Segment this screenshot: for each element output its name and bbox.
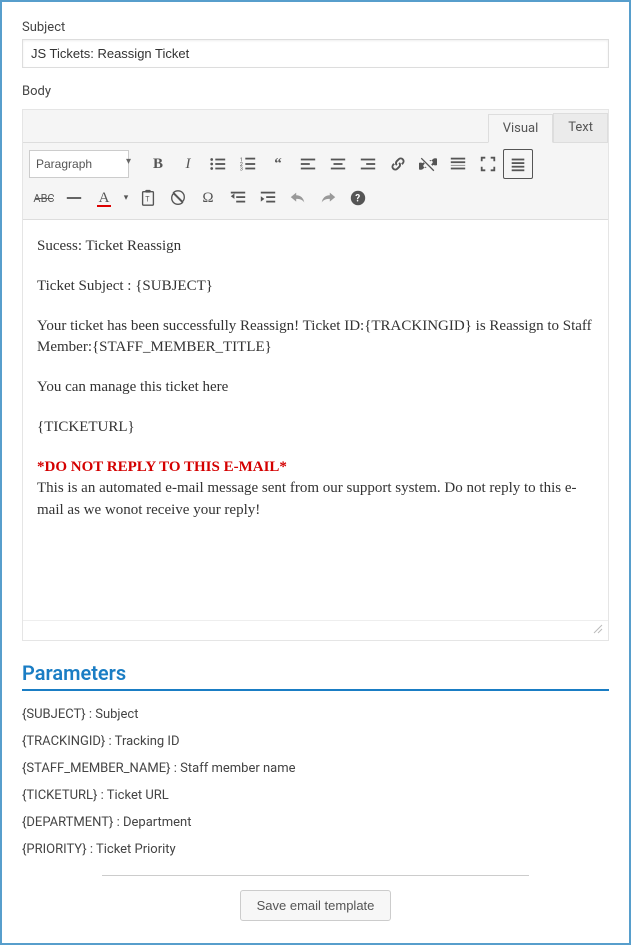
editor-resize-handle[interactable] (23, 620, 608, 640)
parameter-item: {TICKETURL} : Ticket URL (22, 782, 609, 809)
parameter-item: {DEPARTMENT} : Department (22, 809, 609, 836)
divider (102, 875, 529, 876)
actions-row: Save email template (22, 890, 609, 921)
parameter-item: {SUBJECT} : Subject (22, 701, 609, 728)
italic-button[interactable]: I (173, 149, 203, 179)
clear-formatting-button[interactable] (163, 183, 193, 213)
toolbar-toggle-button[interactable] (503, 149, 533, 179)
tab-text[interactable]: Text (553, 113, 608, 142)
help-button[interactable]: ? (343, 183, 373, 213)
svg-text:T: T (145, 195, 150, 204)
editor-tabs: Visual Text (23, 110, 608, 142)
format-select-wrap[interactable]: Paragraph (29, 150, 137, 178)
parameters-heading: Parameters (22, 661, 609, 691)
editor-content[interactable]: Sucess: Ticket Reassign Ticket Subject :… (23, 220, 608, 620)
insert-more-button[interactable] (443, 149, 473, 179)
align-center-button[interactable] (323, 149, 353, 179)
save-button[interactable]: Save email template (240, 890, 392, 921)
unlink-button[interactable] (413, 149, 443, 179)
body-line: You can manage this ticket here (37, 377, 594, 399)
parameter-item: {TRACKINGID} : Tracking ID (22, 728, 609, 755)
body-line-text: This is an automated e-mail message sent… (37, 480, 576, 518)
body-line: Ticket Subject : {SUBJECT} (37, 276, 594, 298)
body-line: Sucess: Ticket Reassign (37, 236, 594, 258)
fullscreen-button[interactable] (473, 149, 503, 179)
subject-input[interactable] (22, 39, 609, 68)
subject-label: Subject (22, 20, 609, 35)
link-button[interactable] (383, 149, 413, 179)
parameter-item: {STAFF_MEMBER_NAME} : Staff member name (22, 755, 609, 782)
bold-button[interactable]: B (143, 149, 173, 179)
text-color-button[interactable]: A (89, 183, 119, 213)
strikethrough-button[interactable]: ABC (29, 183, 59, 213)
rich-text-editor: Visual Text Paragraph B I 123 “ (22, 109, 609, 641)
body-line: Your ticket has been successfully Reassi… (37, 316, 594, 360)
horizontal-rule-button[interactable] (59, 183, 89, 213)
undo-button[interactable] (283, 183, 313, 213)
format-select[interactable]: Paragraph (29, 150, 129, 178)
svg-text:?: ? (355, 194, 360, 205)
paste-text-button[interactable]: T (133, 183, 163, 213)
text-color-dropdown[interactable]: ▾ (119, 193, 133, 203)
email-template-form: Subject Body Visual Text Paragraph B I (0, 0, 631, 945)
do-not-reply-warning: *DO NOT REPLY TO THIS E-MAIL* (37, 459, 287, 475)
parameter-item: {PRIORITY} : Ticket Priority (22, 836, 609, 863)
align-right-button[interactable] (353, 149, 383, 179)
redo-button[interactable] (313, 183, 343, 213)
outdent-button[interactable] (223, 183, 253, 213)
editor-toolbar: Paragraph B I 123 “ (23, 142, 608, 220)
special-character-button[interactable]: Ω (193, 183, 223, 213)
toolbar-row-1: Paragraph B I 123 “ (29, 147, 602, 181)
bullet-list-button[interactable] (203, 149, 233, 179)
tab-visual[interactable]: Visual (488, 114, 554, 143)
align-left-button[interactable] (293, 149, 323, 179)
body-line: *DO NOT REPLY TO THIS E-MAIL* This is an… (37, 457, 594, 522)
indent-button[interactable] (253, 183, 283, 213)
toolbar-row-2: ABC A ▾ T Ω (29, 181, 602, 215)
blockquote-button[interactable]: “ (263, 149, 293, 179)
body-line: {TICKETURL} (37, 417, 594, 439)
body-label: Body (22, 84, 609, 99)
numbered-list-button[interactable]: 123 (233, 149, 263, 179)
svg-text:3: 3 (240, 166, 243, 172)
